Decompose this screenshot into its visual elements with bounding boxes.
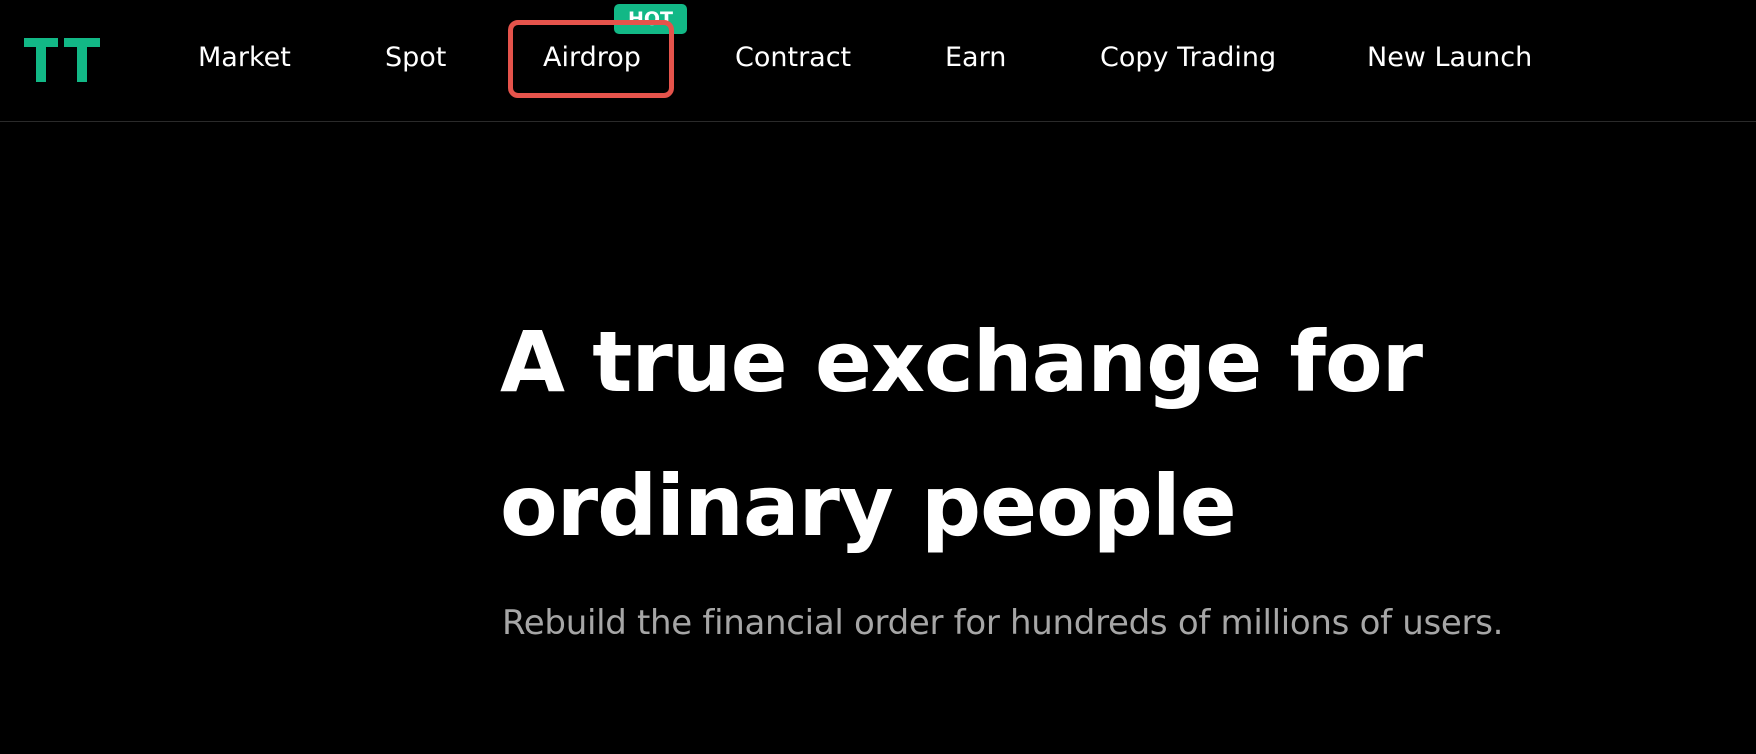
hero-title-line-1: A true exchange for xyxy=(500,313,1423,411)
nav-new-launch[interactable]: New Launch xyxy=(1367,38,1532,78)
nav-market[interactable]: Market xyxy=(198,38,291,78)
hero-subtitle: Rebuild the financial order for hundreds… xyxy=(502,603,1504,643)
nav-contract[interactable]: Contract xyxy=(735,38,851,78)
hero-title-line-2: ordinary people xyxy=(500,457,1237,555)
nav-spot[interactable]: Spot xyxy=(385,38,446,78)
top-navigation-bar: Market Spot Airdrop HOT Contract Earn Co… xyxy=(0,0,1756,122)
nav-copy-trading[interactable]: Copy Trading xyxy=(1100,38,1276,78)
hero-title: A true exchange for ordinary people xyxy=(500,290,1700,578)
hot-badge: HOT xyxy=(614,4,687,34)
nav-airdrop[interactable]: Airdrop xyxy=(543,38,641,78)
hero-section: A true exchange for ordinary people xyxy=(500,290,1700,578)
tt-logo-icon[interactable] xyxy=(24,38,100,82)
nav-earn[interactable]: Earn xyxy=(945,38,1006,78)
